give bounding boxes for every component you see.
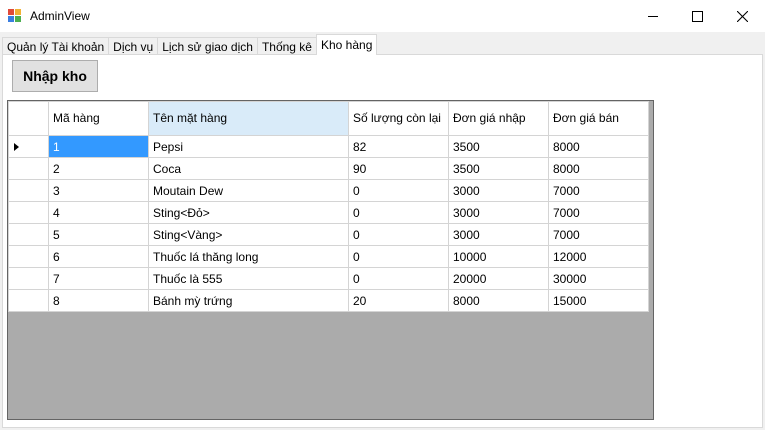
table-cell[interactable]: 4: [48, 201, 149, 224]
table-cell[interactable]: 7000: [548, 179, 649, 202]
table-cell[interactable]: 0: [348, 201, 449, 224]
tab-strip: Quản lý Tài khoản Dịch vụ Lịch sử giao d…: [2, 34, 378, 55]
table-cell[interactable]: 8000: [548, 135, 649, 158]
row-header[interactable]: [8, 245, 49, 268]
inventory-table: Mã hàng Tên mặt hàng Số lượng còn lại Đơ…: [8, 101, 649, 312]
current-row-arrow-icon: [14, 142, 19, 151]
window-title: AdminView: [30, 9, 90, 23]
table-cell[interactable]: 12000: [548, 245, 649, 268]
row-header[interactable]: [8, 267, 49, 290]
table-cell[interactable]: 8000: [548, 157, 649, 180]
table-cell[interactable]: Sting<Vàng>: [148, 223, 349, 246]
table-row[interactable]: 8 Bánh mỳ trứng 20 8000 15000: [8, 289, 649, 312]
row-header[interactable]: [8, 201, 49, 224]
tab-kho-hang[interactable]: Kho hàng: [315, 34, 378, 55]
minimize-icon: [647, 15, 658, 17]
row-header[interactable]: [8, 157, 49, 180]
table-cell[interactable]: 0: [348, 223, 449, 246]
table-cell[interactable]: 8: [48, 289, 149, 312]
table-cell[interactable]: 3000: [448, 179, 549, 202]
table-row[interactable]: 6 Thuốc lá thăng long 0 10000 12000: [8, 245, 649, 268]
table-cell[interactable]: Pepsi: [148, 135, 349, 158]
table-cell[interactable]: 0: [348, 267, 449, 290]
tab-lich-su-giao-dich[interactable]: Lịch sử giao dịch: [157, 37, 258, 55]
table-row[interactable]: 2 Coca 90 3500 8000: [8, 157, 649, 180]
inventory-grid[interactable]: Mã hàng Tên mặt hàng Số lượng còn lại Đơ…: [7, 100, 654, 420]
column-header-ten-mat-hang[interactable]: Tên mặt hàng: [148, 101, 349, 136]
column-header-don-gia-nhap[interactable]: Đơn giá nhập: [448, 101, 549, 136]
table-cell[interactable]: 20000: [448, 267, 549, 290]
table-cell[interactable]: 5: [48, 223, 149, 246]
table-cell[interactable]: 0: [348, 245, 449, 268]
table-cell[interactable]: 10000: [448, 245, 549, 268]
row-header[interactable]: [8, 135, 49, 158]
maximize-button[interactable]: [675, 0, 720, 32]
table-cell[interactable]: 3000: [448, 223, 549, 246]
title-bar[interactable]: AdminView: [0, 0, 765, 32]
column-header-so-luong[interactable]: Số lượng còn lại: [348, 101, 449, 136]
maximize-icon: [692, 10, 703, 22]
table-cell[interactable]: 3500: [448, 157, 549, 180]
table-cell[interactable]: Sting<Đỏ>: [148, 201, 349, 224]
table-cell[interactable]: 20: [348, 289, 449, 312]
table-cell[interactable]: Moutain Dew: [148, 179, 349, 202]
client-area: Quản lý Tài khoản Dịch vụ Lịch sử giao d…: [0, 32, 765, 430]
table-cell[interactable]: 3: [48, 179, 149, 202]
row-header[interactable]: [8, 223, 49, 246]
table-cell[interactable]: 2: [48, 157, 149, 180]
table-cell[interactable]: 7000: [548, 223, 649, 246]
table-cell[interactable]: 82: [348, 135, 449, 158]
row-header[interactable]: [8, 289, 49, 312]
table-cell[interactable]: Thuốc lá thăng long: [148, 245, 349, 268]
table-cell[interactable]: 6: [48, 245, 149, 268]
table-cell[interactable]: 90: [348, 157, 449, 180]
table-cell[interactable]: 3000: [448, 201, 549, 224]
table-cell[interactable]: 8000: [448, 289, 549, 312]
table-row[interactable]: 7 Thuốc là 555 0 20000 30000: [8, 267, 649, 290]
tab-quan-ly-tai-khoan[interactable]: Quản lý Tài khoản: [2, 37, 110, 55]
table-row[interactable]: 1 Pepsi 82 3500 8000: [8, 135, 649, 158]
table-cell[interactable]: 7000: [548, 201, 649, 224]
table-cell[interactable]: Coca: [148, 157, 349, 180]
app-icon: [8, 9, 22, 23]
table-cell[interactable]: 1: [48, 135, 149, 158]
tab-page-kho-hang: Nhập kho Mã hàng Tên mặt hàng Số lượng c…: [2, 54, 763, 428]
column-header-ma-hang[interactable]: Mã hàng: [48, 101, 149, 136]
row-header-corner[interactable]: [8, 101, 49, 136]
table-cell[interactable]: 30000: [548, 267, 649, 290]
import-stock-button[interactable]: Nhập kho: [12, 60, 98, 92]
column-header-don-gia-ban[interactable]: Đơn giá bán: [548, 101, 649, 136]
table-cell[interactable]: Thuốc là 555: [148, 267, 349, 290]
close-button[interactable]: [720, 0, 765, 32]
tab-thong-ke[interactable]: Thống kê: [256, 37, 317, 55]
row-header[interactable]: [8, 179, 49, 202]
table-row[interactable]: 3 Moutain Dew 0 3000 7000: [8, 179, 649, 202]
table-cell[interactable]: 0: [348, 179, 449, 202]
tab-dich-vu[interactable]: Dịch vụ: [108, 37, 159, 55]
table-cell[interactable]: 7: [48, 267, 149, 290]
table-row[interactable]: 5 Sting<Vàng> 0 3000 7000: [8, 223, 649, 246]
table-row[interactable]: 4 Sting<Đỏ> 0 3000 7000: [8, 201, 649, 224]
close-icon: [737, 10, 748, 22]
table-cell[interactable]: 3500: [448, 135, 549, 158]
table-cell[interactable]: Bánh mỳ trứng: [148, 289, 349, 312]
minimize-button[interactable]: [630, 0, 675, 32]
table-cell[interactable]: 15000: [548, 289, 649, 312]
header-row: Mã hàng Tên mặt hàng Số lượng còn lại Đơ…: [8, 101, 649, 136]
